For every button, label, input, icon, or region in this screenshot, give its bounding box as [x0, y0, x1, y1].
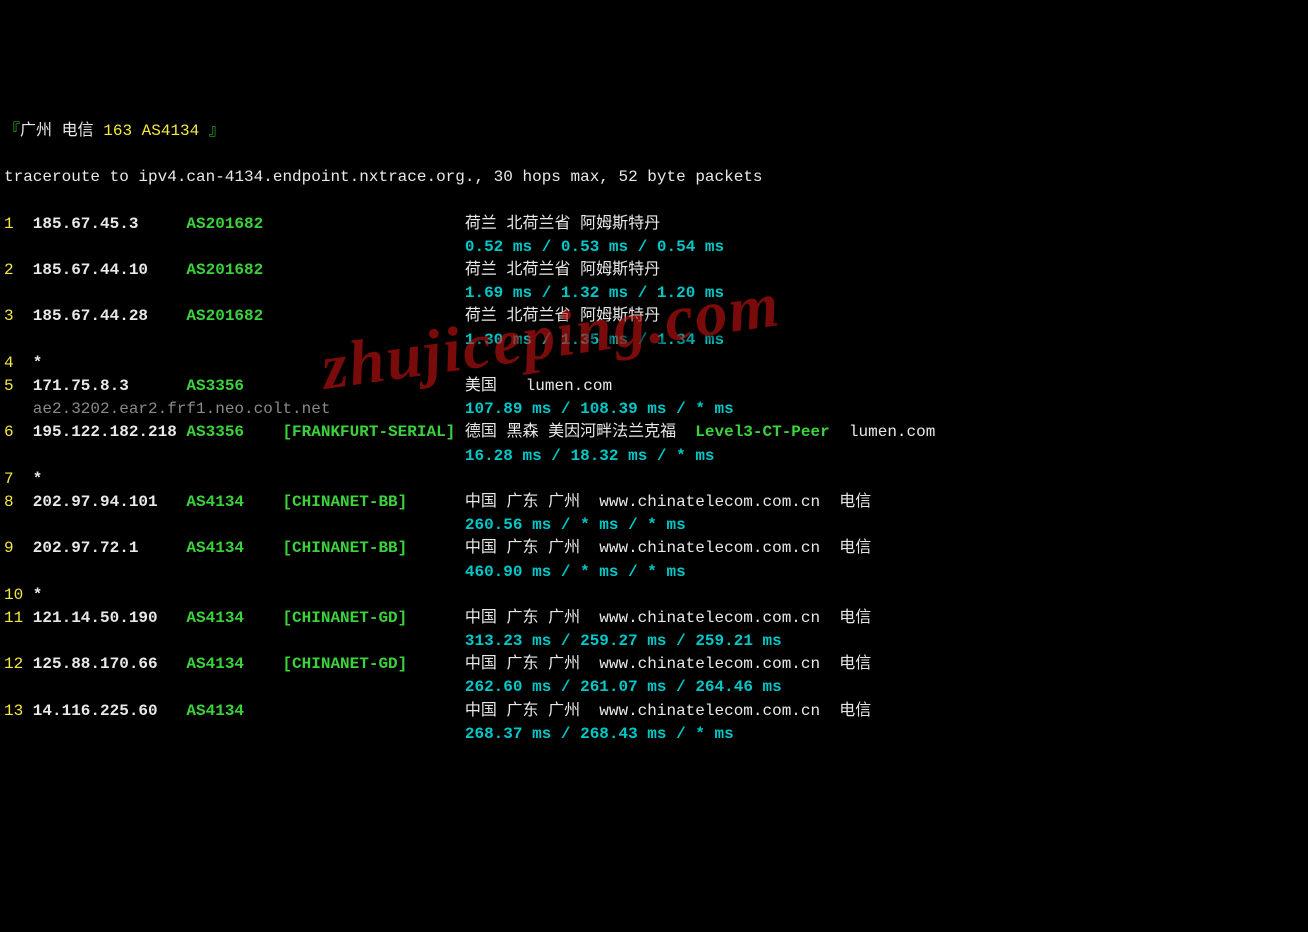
hop-asn: AS4134: [186, 700, 282, 723]
hop-row: 2 185.67.44.10 AS201682 荷兰 北荷兰省 阿姆斯特丹: [4, 259, 1308, 282]
hop-tag: [CHINANET-GD]: [282, 653, 464, 676]
header-line: 『广州 电信 163 AS4134 』: [4, 120, 1308, 143]
hop-row-timeout: 10 *: [4, 584, 1308, 607]
hop-location: 中国 广东 广州 www.chinatelecom.com.cn 电信: [465, 655, 871, 673]
hop-timings: 262.60 ms / 261.07 ms / 264.46 ms: [465, 678, 782, 696]
hop-timings: 0.52 ms / 0.53 ms / 0.54 ms: [465, 238, 724, 256]
hop-asn: AS4134: [186, 607, 282, 630]
hop-tag: [282, 305, 464, 328]
hop-row: 8 202.97.94.101 AS4134 [CHINANET-BB] 中国 …: [4, 491, 1308, 514]
hop-location: 荷兰 北荷兰省 阿姆斯特丹: [465, 215, 660, 233]
hop-row: 6 195.122.182.218 AS3356 [FRANKFURT-SERI…: [4, 421, 1308, 444]
hop-timeout: *: [33, 470, 43, 488]
hop-ip: 121.14.50.190: [33, 607, 187, 630]
hop-location: 美国 lumen.com: [465, 377, 612, 395]
hop-asn: AS4134: [186, 537, 282, 560]
hop-location: 德国 黑森 美因河畔法兰克福: [465, 423, 695, 441]
hop-row: 1 185.67.45.3 AS201682 荷兰 北荷兰省 阿姆斯特丹: [4, 213, 1308, 236]
hop-timings: 268.37 ms / 268.43 ms / * ms: [465, 725, 734, 743]
hop-row: 5 171.75.8.3 AS3356 美国 lumen.com: [4, 375, 1308, 398]
hop-timings: 107.89 ms / 108.39 ms / * ms: [465, 400, 734, 418]
hop-asn: AS201682: [186, 305, 282, 328]
hop-timings: 1.30 ms / 1.35 ms / 1.34 ms: [465, 331, 724, 349]
hop-tag: [282, 259, 464, 282]
hop-number: 3: [4, 305, 33, 328]
hop-number: 6: [4, 421, 33, 444]
hop-list: 1 185.67.45.3 AS201682 荷兰 北荷兰省 阿姆斯特丹 0.5…: [4, 213, 1308, 746]
hop-peer-label: Level3-CT-Peer: [695, 423, 829, 441]
hop-number: 13: [4, 700, 33, 723]
hop-ip: 14.116.225.60: [33, 700, 187, 723]
hop-timing-row: ae2.3202.ear2.frf1.neo.colt.net 107.89 m…: [4, 398, 1308, 421]
hop-timings: 16.28 ms / 18.32 ms / * ms: [465, 447, 715, 465]
hop-row: 12 125.88.170.66 AS4134 [CHINANET-GD] 中国…: [4, 653, 1308, 676]
hop-tag: [282, 700, 464, 723]
hop-ip: 125.88.170.66: [33, 653, 187, 676]
hop-row: 11 121.14.50.190 AS4134 [CHINANET-GD] 中国…: [4, 607, 1308, 630]
hop-location: 中国 广东 广州 www.chinatelecom.com.cn 电信: [465, 609, 871, 627]
hop-asn: AS3356: [186, 421, 282, 444]
hop-timing-row: 460.90 ms / * ms / * ms: [4, 561, 1308, 584]
hop-location: 中国 广东 广州 www.chinatelecom.com.cn 电信: [465, 702, 871, 720]
traceroute-command: traceroute to ipv4.can-4134.endpoint.nxt…: [4, 166, 1308, 189]
hop-number: 7: [4, 468, 33, 491]
hop-row: 3 185.67.44.28 AS201682 荷兰 北荷兰省 阿姆斯特丹: [4, 305, 1308, 328]
hop-tag: [282, 375, 464, 398]
hop-ip: 195.122.182.218: [33, 421, 187, 444]
hop-asn: AS3356: [186, 375, 282, 398]
hop-ip: 202.97.94.101: [33, 491, 187, 514]
hop-number: 10: [4, 584, 33, 607]
hop-row: 9 202.97.72.1 AS4134 [CHINANET-BB] 中国 广东…: [4, 537, 1308, 560]
hop-tag: [CHINANET-BB]: [282, 537, 464, 560]
hop-peer-domain: lumen.com: [830, 423, 936, 441]
hop-number: 9: [4, 537, 33, 560]
hop-timing-row: 313.23 ms / 259.27 ms / 259.21 ms: [4, 630, 1308, 653]
hop-asn: AS201682: [186, 213, 282, 236]
terminal-output: 『广州 电信 163 AS4134 』 traceroute to ipv4.c…: [0, 93, 1308, 769]
hop-number: 11: [4, 607, 33, 630]
hop-number: 4: [4, 352, 33, 375]
hop-timings: 313.23 ms / 259.27 ms / 259.21 ms: [465, 632, 782, 650]
hop-timing-row: 16.28 ms / 18.32 ms / * ms: [4, 445, 1308, 468]
hop-ip: 185.67.44.28: [33, 305, 187, 328]
hop-asn: AS201682: [186, 259, 282, 282]
hop-timings: 260.56 ms / * ms / * ms: [465, 516, 686, 534]
hop-timing-row: 268.37 ms / 268.43 ms / * ms: [4, 723, 1308, 746]
hop-number: 5: [4, 375, 33, 398]
hop-row-timeout: 4 *: [4, 352, 1308, 375]
hop-ip: 202.97.72.1: [33, 537, 187, 560]
hop-ip: 185.67.45.3: [33, 213, 187, 236]
hop-location: 荷兰 北荷兰省 阿姆斯特丹: [465, 261, 660, 279]
hop-rdns: ae2.3202.ear2.frf1.neo.colt.net: [33, 400, 465, 418]
hop-asn: AS4134: [186, 653, 282, 676]
hop-number: 8: [4, 491, 33, 514]
hop-number: 1: [4, 213, 33, 236]
hop-timing-row: 262.60 ms / 261.07 ms / 264.46 ms: [4, 676, 1308, 699]
hop-timeout: *: [33, 586, 43, 604]
hop-timings: 460.90 ms / * ms / * ms: [465, 563, 686, 581]
hop-row-timeout: 7 *: [4, 468, 1308, 491]
hop-tag: [CHINANET-BB]: [282, 491, 464, 514]
hop-row: 13 14.116.225.60 AS4134 中国 广东 广州 www.chi…: [4, 700, 1308, 723]
hop-timing-row: 1.69 ms / 1.32 ms / 1.20 ms: [4, 282, 1308, 305]
hop-location: 中国 广东 广州 www.chinatelecom.com.cn 电信: [465, 493, 871, 511]
hop-asn: AS4134: [186, 491, 282, 514]
hop-tag: [282, 213, 464, 236]
hop-timings: 1.69 ms / 1.32 ms / 1.20 ms: [465, 284, 724, 302]
hop-ip: 171.75.8.3: [33, 375, 187, 398]
hop-location: 荷兰 北荷兰省 阿姆斯特丹: [465, 307, 660, 325]
hop-number: 2: [4, 259, 33, 282]
hop-ip: 185.67.44.10: [33, 259, 187, 282]
hop-location: 中国 广东 广州 www.chinatelecom.com.cn 电信: [465, 539, 871, 557]
hop-timeout: *: [33, 354, 43, 372]
hop-tag: [FRANKFURT-SERIAL]: [282, 421, 464, 444]
hop-timing-row: 1.30 ms / 1.35 ms / 1.34 ms: [4, 329, 1308, 352]
hop-tag: [CHINANET-GD]: [282, 607, 464, 630]
hop-timing-row: 260.56 ms / * ms / * ms: [4, 514, 1308, 537]
hop-timing-row: 0.52 ms / 0.53 ms / 0.54 ms: [4, 236, 1308, 259]
hop-number: 12: [4, 653, 33, 676]
